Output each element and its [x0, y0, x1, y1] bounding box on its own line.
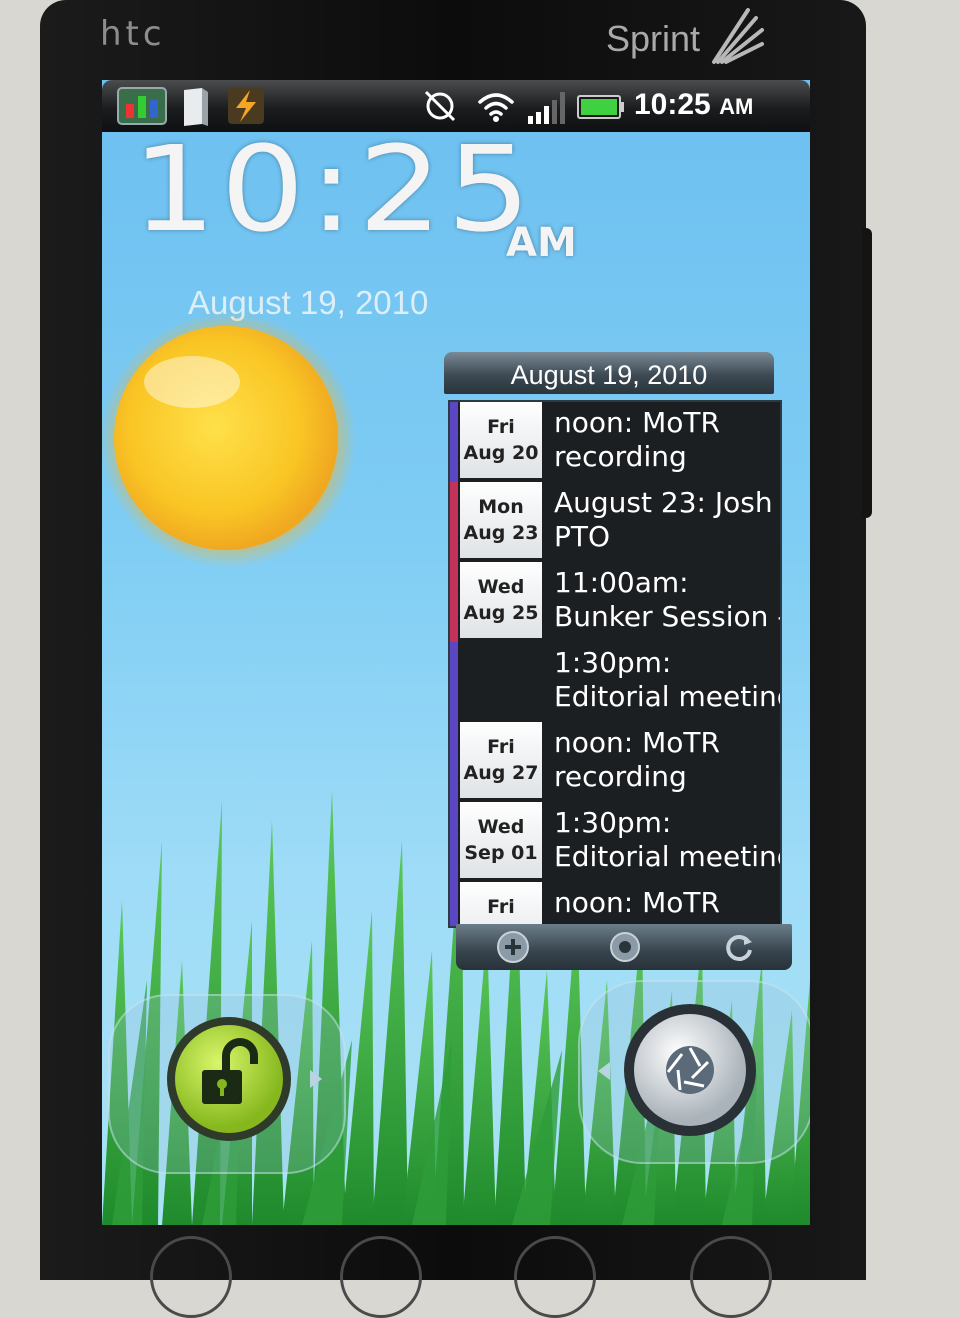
- sun-icon: [102, 312, 356, 568]
- event-line2: Editorial meeting: [554, 840, 782, 873]
- event-title: 1:30pm: Editorial meeting: [554, 806, 782, 874]
- event-day: Mon: [478, 496, 524, 518]
- event-color-bar: [450, 802, 458, 882]
- refresh-icon[interactable]: [722, 930, 756, 964]
- event-date-chip: Wed Sep 01: [460, 802, 542, 878]
- event-title: August 23: Josh PTO: [554, 486, 780, 554]
- calendar-event[interactable]: Fri Aug 20 noon: MoTR recording: [450, 402, 780, 482]
- hardware-keys: [150, 1230, 790, 1318]
- calendar-event[interactable]: Fri Aug 27 noon: MoTR recording: [450, 722, 780, 802]
- event-date-chip: Mon Aug 23: [460, 482, 542, 558]
- status-time-text: 10:25: [634, 88, 711, 121]
- status-ampm: AM: [719, 94, 754, 119]
- calendar-event[interactable]: Mon Aug 23 August 23: Josh PTO: [450, 482, 780, 562]
- event-date-chip: Fri: [460, 882, 542, 926]
- calendar-header[interactable]: August 19, 2010: [444, 352, 774, 394]
- add-event-icon[interactable]: [496, 930, 530, 964]
- event-title: noon: MoTR: [554, 886, 780, 920]
- clock-widget[interactable]: 10:25 AM: [132, 130, 577, 266]
- calendar-widget[interactable]: August 19, 2010 Fri Aug 20 noon: MoTR reco…: [444, 352, 804, 972]
- calendar-toolbar: [456, 924, 792, 970]
- event-date-chip: Fri Aug 20: [460, 402, 542, 478]
- sprint-logo-text: Sprint: [606, 18, 701, 59]
- event-color-bar: [450, 402, 458, 482]
- event-date-chip: Wed Aug 25: [460, 562, 542, 638]
- event-day: Fri: [487, 416, 515, 438]
- event-date-chip: Fri Aug 27: [460, 722, 542, 798]
- event-line1: 1:30pm:: [554, 806, 672, 839]
- event-day: Wed: [477, 816, 525, 838]
- calendar-event-list[interactable]: Fri Aug 20 noon: MoTR recording Mon Aug 23 …: [448, 400, 782, 928]
- settings-icon[interactable]: [608, 930, 642, 964]
- event-title: noon: MoTR recording: [554, 406, 780, 474]
- event-line1: noon: MoTR: [554, 406, 720, 439]
- event-line2: Editorial meeting: [554, 680, 782, 713]
- chevron-left-icon: [598, 1062, 610, 1080]
- clock-time: 10:25: [132, 120, 536, 258]
- event-color-bar: [450, 642, 458, 722]
- back-key[interactable]: [514, 1236, 596, 1318]
- htc-logo: htc: [100, 14, 166, 54]
- battery-icon: [577, 95, 624, 119]
- volume-button[interactable]: [862, 228, 872, 518]
- calendar-event[interactable]: Wed Aug 25 11:00am: Bunker Session -: [450, 562, 780, 642]
- event-color-bar: [450, 482, 458, 562]
- sprint-pin-icon: [712, 8, 764, 64]
- search-key[interactable]: [690, 1236, 772, 1318]
- event-color-bar: [450, 722, 458, 802]
- event-date: Aug 23: [463, 522, 539, 544]
- event-date: Aug 27: [463, 762, 539, 784]
- event-date: Aug 25: [463, 602, 539, 624]
- home-key[interactable]: [150, 1236, 232, 1318]
- event-title: noon: MoTR recording: [554, 726, 780, 794]
- event-line1: 1:30pm:: [554, 646, 672, 679]
- event-color-bar: [450, 562, 458, 642]
- event-line2: Bunker Session -: [554, 600, 782, 633]
- event-date: Aug 20: [463, 442, 539, 464]
- event-date: Sep 01: [464, 842, 538, 864]
- event-line1: 11:00am:: [554, 566, 689, 599]
- calendar-event[interactable]: Wed Sep 01 1:30pm: Editorial meeting: [450, 802, 780, 882]
- event-line1: noon: MoTR: [554, 886, 720, 919]
- event-day: Wed: [477, 576, 525, 598]
- event-day: Fri: [487, 896, 515, 918]
- event-title: 11:00am: Bunker Session -: [554, 566, 782, 634]
- event-day: Fri: [487, 736, 515, 758]
- status-clock: 10:25 AM: [634, 88, 753, 122]
- calendar-event[interactable]: Fri noon: MoTR: [450, 882, 780, 926]
- event-title: 1:30pm: Editorial meeting: [554, 646, 782, 714]
- event-line1: noon: MoTR: [554, 726, 720, 759]
- event-color-bar: [450, 882, 458, 926]
- camera-icon[interactable]: [620, 1000, 760, 1140]
- home-screen: 10:25 AM 10:25 AM August 19, 2010 August…: [102, 80, 810, 1225]
- unlock-icon[interactable]: [164, 1014, 294, 1144]
- clock-ampm: AM: [506, 220, 577, 266]
- event-line2: recording: [554, 760, 687, 793]
- chevron-right-icon: [310, 1070, 322, 1088]
- calendar-event[interactable]: 1:30pm: Editorial meeting: [450, 642, 780, 722]
- menu-key[interactable]: [340, 1236, 422, 1318]
- event-line2: PTO: [554, 520, 611, 553]
- event-line1: August 23: Josh: [554, 486, 773, 519]
- event-line2: recording: [554, 440, 687, 473]
